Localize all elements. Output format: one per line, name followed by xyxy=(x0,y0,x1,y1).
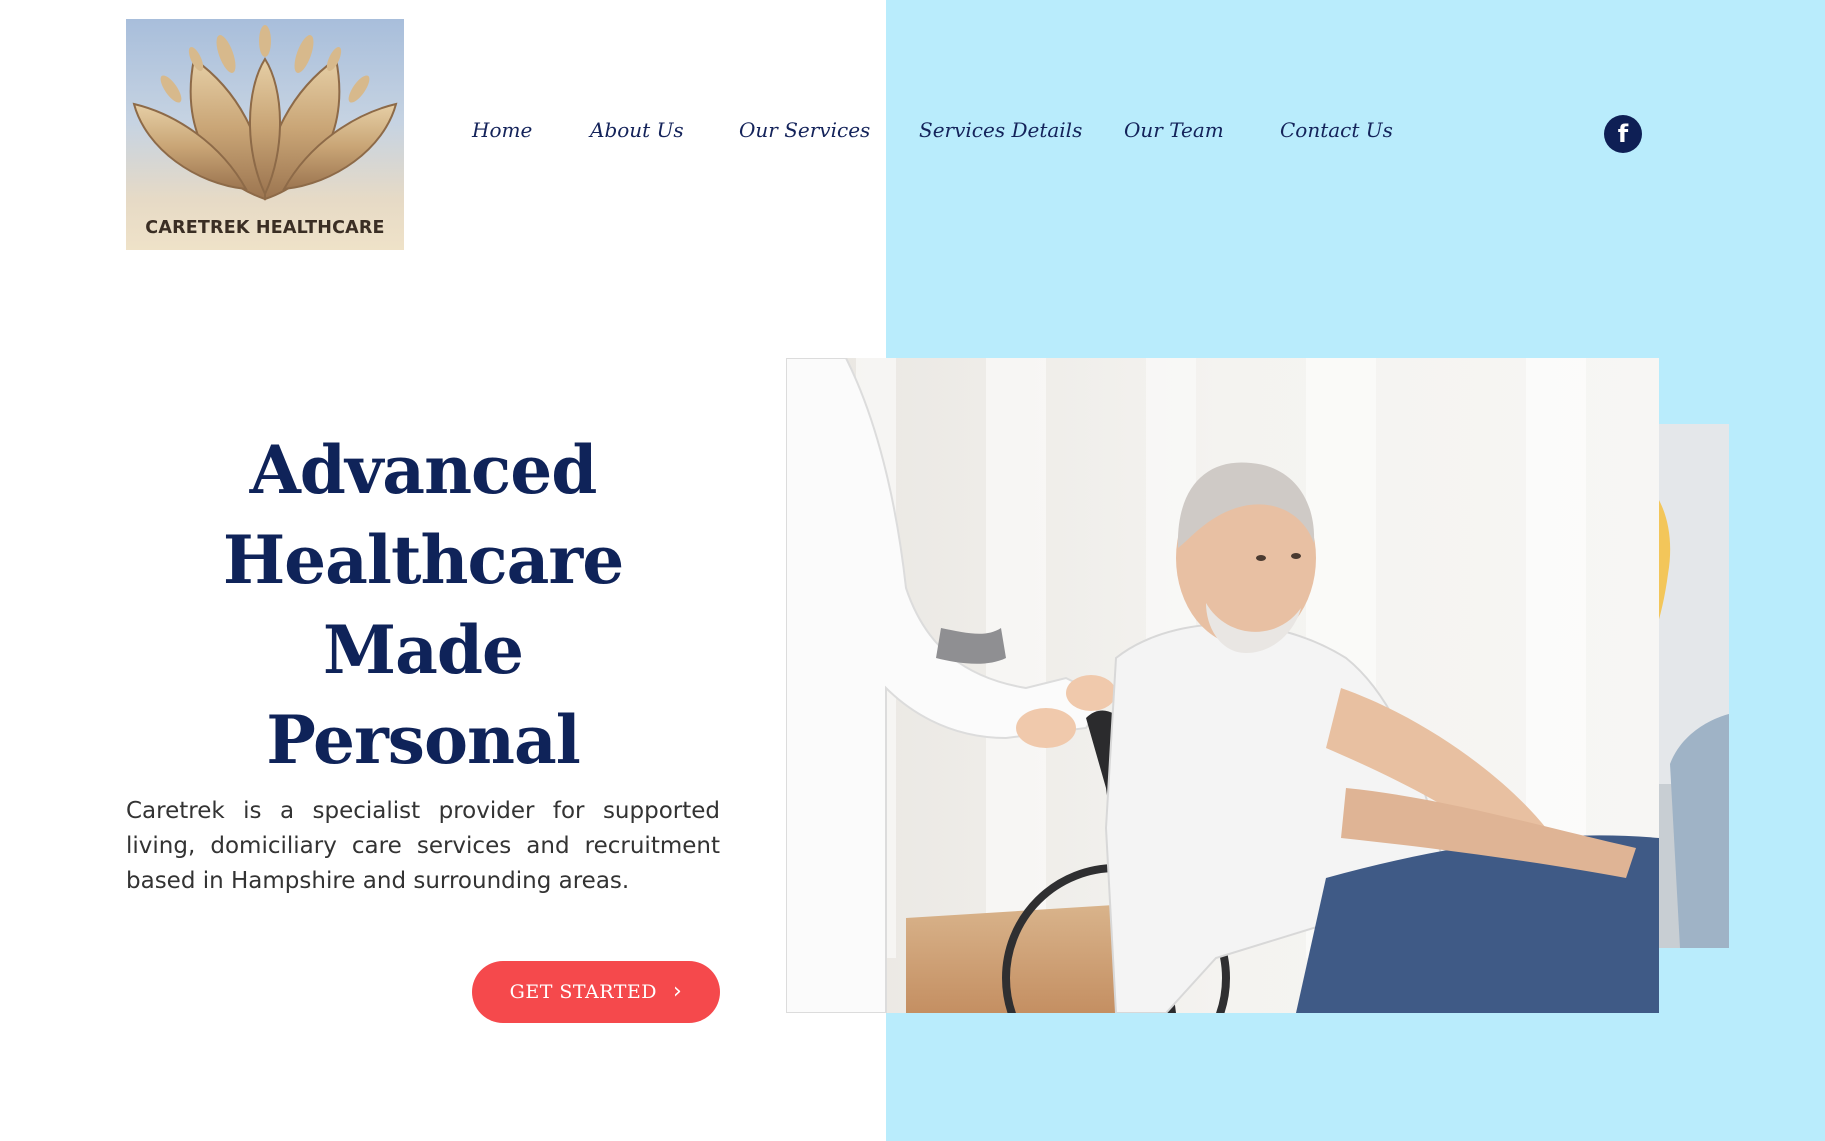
nav-item-our-team[interactable]: Our Team xyxy=(1124,118,1224,142)
nav-item-home[interactable]: Home xyxy=(472,118,532,142)
nav-item-our-services[interactable]: Our Services xyxy=(739,118,870,142)
hero-photo-caregiver-wheelchair xyxy=(786,358,1659,1013)
get-started-button[interactable]: GET STARTED › xyxy=(472,961,720,1023)
cta-label: GET STARTED xyxy=(509,981,658,1003)
facebook-button[interactable]: f xyxy=(1604,115,1642,153)
logo-text: CARETREK HEALTHCARE xyxy=(145,218,385,238)
caretrek-logo[interactable]: CARETREK HEALTHCARE xyxy=(126,19,404,250)
facebook-icon: f xyxy=(1617,120,1629,148)
hero-title-line-2: Healthcare Made xyxy=(222,521,624,689)
hero-title-line-1: Advanced xyxy=(249,431,598,509)
nav-item-contact-us[interactable]: Contact Us xyxy=(1280,118,1393,142)
hero-title: Advanced Healthcare Made Personal xyxy=(126,425,720,785)
nav-item-services-details[interactable]: Services Details xyxy=(919,118,1082,142)
hero-description: Caretrek is a specialist provider for su… xyxy=(126,798,720,894)
nav-item-about-us[interactable]: About Us xyxy=(590,118,684,142)
chevron-right-icon: › xyxy=(673,979,683,1004)
lotus-emblem-icon xyxy=(132,25,398,201)
hero-title-line-3: Personal xyxy=(266,701,581,779)
